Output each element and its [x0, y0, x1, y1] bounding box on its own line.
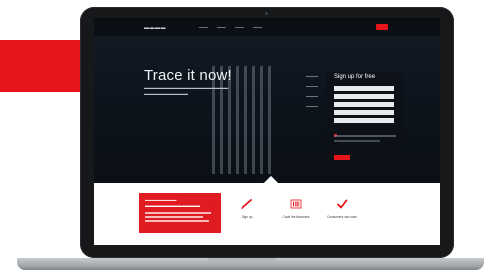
- laptop-lid: ▬▬▬▬ ▬▬▬ ▬▬▬ ▬▬▬ ▬▬▬ Trace it now! ▬▬▬▬▬…: [80, 7, 454, 258]
- signup-field-1[interactable]: [334, 86, 394, 91]
- top-navigation: ▬▬▬▬ ▬▬▬ ▬▬▬ ▬▬▬ ▬▬▬: [94, 18, 440, 36]
- nav-item[interactable]: ▬▬▬: [253, 25, 262, 29]
- camera-icon: [265, 12, 268, 15]
- signup-form: Sign up for free: [326, 72, 404, 170]
- site-logo[interactable]: ▬▬▬▬: [144, 25, 166, 31]
- step-label: Consumers can scan: [327, 215, 357, 219]
- step-1: Sign up: [227, 199, 267, 219]
- steps-section: ▬▬▬▬▬▬▬▬▬ ▬▬▬▬▬▬▬▬▬▬▬▬ Sign up Code the …: [94, 183, 440, 245]
- step-3: Consumers can scan: [322, 199, 362, 219]
- intro-heading-placeholder: ▬▬▬▬▬▬▬▬▬▬▬▬: [145, 203, 201, 208]
- signup-button[interactable]: [334, 155, 350, 160]
- pencil-icon: [241, 199, 252, 209]
- signup-field-3[interactable]: [334, 102, 394, 107]
- intro-line-placeholder: ▬▬▬▬▬▬▬▬▬: [145, 198, 177, 202]
- hero-section: ▬▬▬▬ ▬▬▬ ▬▬▬ ▬▬▬ ▬▬▬ Trace it now! ▬▬▬▬▬…: [94, 18, 440, 183]
- steps-intro-card: ▬▬▬▬▬▬▬▬▬ ▬▬▬▬▬▬▬▬▬▬▬▬: [139, 193, 221, 233]
- side-menu-line: [306, 96, 318, 97]
- nav-cta-button[interactable]: [376, 24, 388, 30]
- step-label: Sign up: [241, 215, 253, 219]
- nav-item[interactable]: ▬▬▬: [217, 25, 226, 29]
- intro-text-line: [145, 216, 203, 218]
- top-strip: [94, 18, 440, 22]
- laptop-screen: ▬▬▬▬ ▬▬▬ ▬▬▬ ▬▬▬ ▬▬▬ Trace it now! ▬▬▬▬▬…: [94, 18, 440, 245]
- nav-item[interactable]: ▬▬▬: [199, 25, 208, 29]
- signup-field-2[interactable]: [334, 94, 394, 99]
- side-menu-line: [306, 106, 318, 107]
- step-2: Code the barcodes: [276, 199, 316, 219]
- laptop-base-notch: [208, 258, 276, 262]
- hero-title: Trace it now!: [144, 67, 232, 84]
- red-accent-band: [0, 40, 92, 92]
- nav-items: ▬▬▬ ▬▬▬ ▬▬▬ ▬▬▬: [199, 25, 262, 29]
- checkbox-label-placeholder: [334, 135, 396, 137]
- side-menu-line: [306, 76, 318, 77]
- barcode-icon: [290, 199, 302, 209]
- side-menu-line: [306, 86, 318, 87]
- hero-subtitle-placeholder: ▬▬▬▬▬▬▬▬▬▬▬▬▬▬▬▬▬▬▬▬▬ ▬▬▬▬▬▬▬▬▬▬▬: [144, 85, 228, 96]
- signup-title: Sign up for free: [334, 74, 376, 80]
- intro-text-line: [145, 212, 211, 214]
- signup-field-4[interactable]: [334, 110, 394, 115]
- step-label: Code the barcodes: [282, 215, 310, 219]
- intro-text-line: [145, 220, 209, 222]
- nav-item[interactable]: ▬▬▬: [235, 25, 244, 29]
- checkbox-label-placeholder: [334, 140, 380, 142]
- signup-field-5[interactable]: [334, 118, 394, 123]
- hero-side-menu: [306, 76, 318, 107]
- checkmark-icon: [337, 199, 348, 209]
